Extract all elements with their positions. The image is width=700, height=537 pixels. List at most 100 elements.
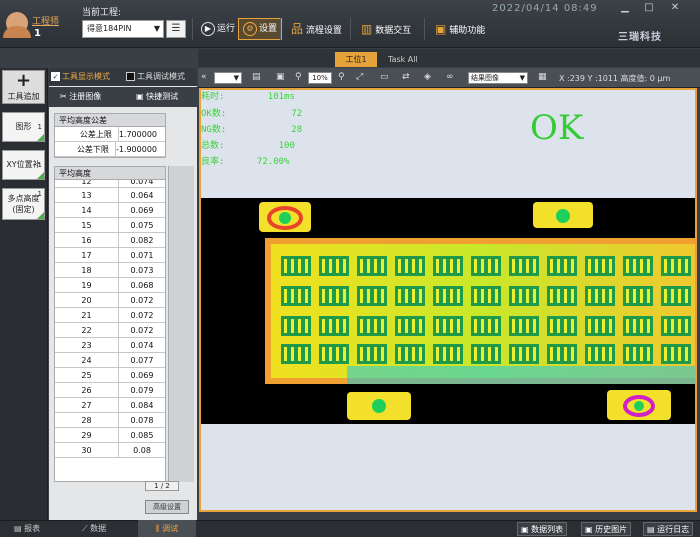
collapse-icon[interactable]: « (201, 72, 207, 82)
fit-icon[interactable]: ⤢ (356, 72, 363, 82)
zoom-level[interactable]: 10% (308, 72, 332, 84)
image-icon: ▣ (585, 525, 593, 534)
connector-pin (398, 347, 401, 361)
table-row[interactable]: 20 0.072 (55, 293, 165, 308)
table-row[interactable]: 19 0.068 (55, 278, 165, 293)
settings-button[interactable]: ⚙ 设置 (238, 18, 283, 40)
connector-pin (343, 319, 346, 333)
table-row[interactable]: 27 0.084 (55, 398, 165, 413)
connector-pin (550, 347, 553, 361)
sidebar-item-xy-correction[interactable]: 1XY位置补正 (2, 150, 45, 197)
table-row[interactable]: 12 0.074 (55, 180, 165, 188)
data-exchange-button[interactable]: ▥ 数据交互 (356, 18, 416, 40)
stat-total: 总数: 100 (201, 141, 295, 151)
report-tab[interactable]: ▤ 报表 (14, 523, 40, 534)
table-row[interactable]: 16 0.082 (55, 233, 165, 248)
debug-tab[interactable]: ⫼ 调试 (138, 520, 196, 537)
table-row[interactable]: 17 0.071 (55, 248, 165, 263)
connector-pin (291, 289, 294, 303)
table-row[interactable]: 公差下限 -1.900000 (55, 142, 165, 157)
connector-pin (640, 289, 643, 303)
project-select[interactable]: 得意184PIN ▼ (82, 20, 164, 38)
table-row[interactable]: 15 0.075 (55, 218, 165, 233)
run-button[interactable]: ▶ 运行 (196, 18, 240, 40)
run-log-button[interactable]: ▤ 运行日志 (643, 522, 694, 536)
viewer-combo[interactable]: ▼ (214, 72, 242, 84)
connector-pin (481, 347, 484, 361)
wrench-icon: ✂ (60, 92, 67, 101)
table-row[interactable]: 24 0.077 (55, 353, 165, 368)
connector-pin (398, 259, 401, 273)
table-row[interactable]: 公差上限 1.700000 (55, 127, 165, 142)
aux-functions-button[interactable]: ▣ 辅助功能 (430, 18, 490, 40)
device-icon[interactable]: ▦ (538, 72, 547, 82)
swap-icon[interactable]: ⇄ (402, 72, 410, 82)
cube-icon[interactable]: ◈ (424, 72, 431, 82)
connector-pin (685, 289, 688, 303)
sidebar-item-shape[interactable]: 1 图形 (2, 112, 45, 142)
result-image-select[interactable]: 结果图像 ▼ (468, 72, 528, 84)
quick-test-button[interactable]: ▣ 快捷测试 (136, 91, 178, 102)
pager[interactable]: 1 / 2 (145, 481, 179, 491)
connector-pin (664, 319, 667, 333)
connector-pin (640, 259, 643, 273)
table-row[interactable]: 28 0.078 (55, 413, 165, 428)
sidebar-item-multi-point-height[interactable]: 1 多点高度(固定) (2, 188, 45, 220)
link-icon[interactable]: ∞ (446, 72, 454, 82)
connector-pin (343, 347, 346, 361)
table-row[interactable]: 14 0.069 (55, 203, 165, 218)
save-icon[interactable]: ▣ (276, 72, 285, 82)
tab-station-1[interactable]: 工位1 (335, 52, 377, 67)
connector-pin (367, 347, 370, 361)
minimize-icon[interactable]: ▁ (618, 2, 632, 14)
flow-settings-button[interactable]: 品 流程设置 (286, 18, 347, 40)
zoom-in-icon[interactable]: ⚲ (338, 72, 345, 82)
table-row[interactable]: 29 0.085 (55, 428, 165, 443)
advanced-settings-button[interactable]: 高级设置 (145, 500, 189, 514)
connector-pin (343, 289, 346, 303)
connector-pin (343, 259, 346, 273)
table-row[interactable]: 18 0.073 (55, 263, 165, 278)
maximize-icon[interactable]: □ (642, 2, 656, 14)
folder-icon[interactable]: ▤ (252, 72, 261, 82)
user-avatar-icon[interactable] (3, 12, 31, 38)
table-row[interactable]: 26 0.079 (55, 383, 165, 398)
table-row[interactable]: 22 0.072 (55, 323, 165, 338)
connector-pin (374, 347, 377, 361)
data-tab[interactable]: ⟋ 数据 (82, 523, 106, 534)
history-images-button[interactable]: ▣ 历史图片 (581, 522, 632, 536)
connector-pin (284, 289, 287, 303)
add-tool-button[interactable]: + 工具追加 (2, 70, 45, 104)
table-row[interactable]: 23 0.074 (55, 338, 165, 353)
project-list-button[interactable]: ☰ (166, 20, 186, 38)
table-row[interactable]: 30 0.08 (55, 443, 165, 458)
scrollbar[interactable] (168, 166, 194, 482)
user-role[interactable]: 工程师 (32, 14, 59, 27)
tab-task-all[interactable]: Task All (388, 52, 418, 67)
crop-icon[interactable]: ▭ (380, 72, 389, 82)
table-row[interactable]: 21 0.072 (55, 308, 165, 323)
connector-pin (526, 259, 529, 273)
data-list-button[interactable]: ▣ 数据列表 (517, 522, 568, 536)
register-image-button[interactable]: ✂ 注册图像 (60, 91, 101, 102)
connector-pin (305, 259, 308, 273)
chevron-down-icon: ▼ (153, 24, 160, 33)
connector-pin (457, 259, 460, 273)
inspection-image[interactable] (201, 198, 695, 424)
connector-pin (671, 289, 674, 303)
tool-debug-mode-checkbox[interactable]: 工具调试模式 (126, 71, 185, 82)
connector-pin (557, 259, 560, 273)
connector-pin (626, 289, 629, 303)
connector-pin (405, 319, 408, 333)
table-row[interactable]: 25 0.069 (55, 368, 165, 383)
avg-height-title: 平均高度 (55, 167, 165, 180)
connector-pin (360, 319, 363, 333)
table-row[interactable]: 13 0.064 (55, 188, 165, 203)
zoom-out-icon[interactable]: ⚲ (295, 72, 302, 82)
close-icon[interactable]: ✕ (668, 2, 682, 14)
connector-pin (526, 289, 529, 303)
tool-display-mode-checkbox[interactable]: ✓ 工具显示模式 (51, 71, 110, 82)
connector-pin (495, 289, 498, 303)
connector-pin (526, 347, 529, 361)
tools-icon: ▣ (435, 22, 447, 36)
